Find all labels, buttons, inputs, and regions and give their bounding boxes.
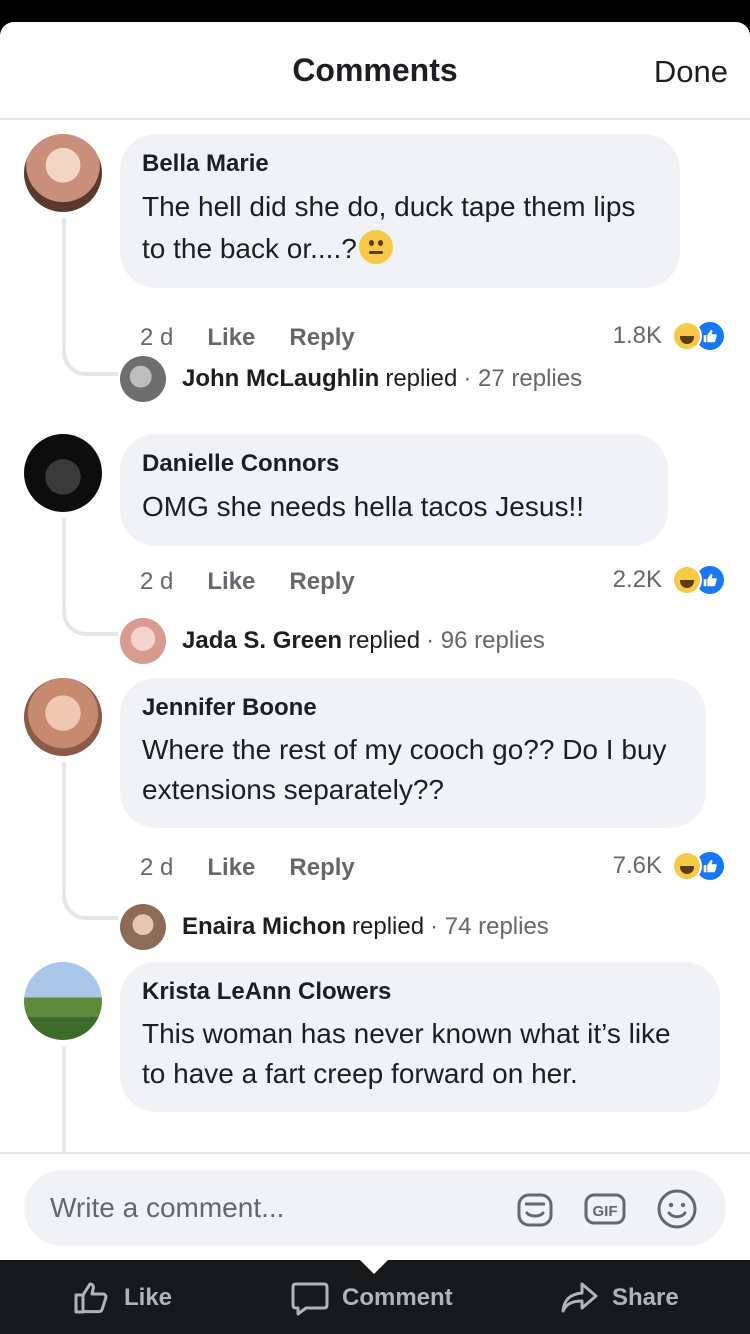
speech-bubble-icon xyxy=(291,1282,329,1316)
reply-action: replied xyxy=(385,365,458,392)
reply-preview[interactable]: Enaira Michon replied · 74 replies xyxy=(120,904,549,950)
reply-action: replied xyxy=(352,913,425,940)
reply-preview[interactable]: Jada S. Green replied · 96 replies xyxy=(120,618,545,664)
comment-thread: Danielle Connors OMG she needs hella tac… xyxy=(0,434,750,664)
comment-action-label: Comment xyxy=(342,1284,453,1311)
comment-bubble: Krista LeAnn Clowers This woman has neve… xyxy=(120,962,720,1112)
comment-text: The hell did she do, duck tape them lips… xyxy=(142,186,658,270)
slightly-frowning-face-emoji-icon xyxy=(358,230,393,264)
reply-link[interactable]: Reply xyxy=(289,568,354,596)
reply-count: · 27 replies xyxy=(463,365,583,392)
tab-indicator xyxy=(360,1260,388,1274)
thread-connector xyxy=(62,518,66,608)
comment-author[interactable]: Danielle Connors xyxy=(142,450,646,478)
reaction-count: 2.2K xyxy=(612,566,662,593)
reply-author: John McLaughlin xyxy=(182,365,380,392)
avatar xyxy=(120,904,166,950)
comment-meta: 2 d Like Reply xyxy=(140,324,355,352)
svg-text:GIF: GIF xyxy=(593,1203,618,1220)
comment-author[interactable]: Jennifer Boone xyxy=(142,694,684,722)
comment-action-button[interactable]: Comment xyxy=(290,1280,453,1316)
thread-connector-curve xyxy=(62,348,118,376)
reply-author: Jada S. Green xyxy=(182,627,343,654)
reply-count: · 74 replies xyxy=(430,913,549,940)
status-bar-strip xyxy=(0,0,750,22)
avatar[interactable] xyxy=(24,434,102,512)
comment-time: 2 d xyxy=(140,854,174,881)
page-title: Comments xyxy=(292,52,458,88)
reaction-summary[interactable]: 2.2K xyxy=(613,564,726,596)
share-action-button[interactable]: Share xyxy=(560,1280,679,1316)
comment-text: This woman has never known what it’s lik… xyxy=(142,1018,671,1089)
comment-author[interactable]: Krista LeAnn Clowers xyxy=(142,978,698,1006)
gif-icon[interactable]: GIF xyxy=(582,1186,628,1232)
avatar[interactable] xyxy=(24,962,102,1040)
avatar xyxy=(120,618,166,664)
thread-connector-curve xyxy=(62,892,118,920)
thread-connector-curve xyxy=(62,608,118,636)
reaction-count: 7.6K xyxy=(612,852,662,879)
comment-text: OMG she needs hella tacos Jesus!! xyxy=(142,491,584,522)
reply-count: · 96 replies xyxy=(426,627,545,654)
comment-thread: Krista LeAnn Clowers This woman has neve… xyxy=(0,962,750,1162)
thread-connector xyxy=(62,218,66,348)
comment-input[interactable] xyxy=(50,1188,490,1228)
comment-time: 2 d xyxy=(140,324,174,351)
reply-action: replied xyxy=(348,627,421,654)
comment-input-wrapper: GIF xyxy=(24,1170,726,1246)
emoji-icon[interactable] xyxy=(654,1186,700,1232)
like-action-label: Like xyxy=(124,1284,173,1311)
reaction-count: 1.8K xyxy=(612,322,662,349)
comment-bubble: Jennifer Boone Where the rest of my cooc… xyxy=(120,678,706,828)
comment-meta: 2 d Like Reply xyxy=(140,568,355,596)
like-link[interactable]: Like xyxy=(207,854,255,882)
share-arrow-icon xyxy=(561,1282,598,1313)
comment-thread: Jennifer Boone Where the rest of my cooc… xyxy=(0,678,750,950)
comment-meta: 2 d Like Reply xyxy=(140,854,355,882)
reply-preview[interactable]: John McLaughlin replied · 27 replies xyxy=(120,356,582,402)
haha-reaction-icon xyxy=(672,565,702,595)
like-action-button[interactable]: Like xyxy=(72,1280,172,1316)
reply-link[interactable]: Reply xyxy=(289,854,354,882)
comment-author[interactable]: Bella Marie xyxy=(142,150,658,178)
comment-thread: Bella Marie The hell did she do, duck ta… xyxy=(0,134,750,404)
avatar[interactable] xyxy=(24,678,102,756)
comment-bubble: Danielle Connors OMG she needs hella tac… xyxy=(120,434,668,546)
reply-author: Enaira Michon xyxy=(182,913,347,940)
comment-text: Where the rest of my cooch go?? Do I buy… xyxy=(142,734,667,805)
thread-connector xyxy=(62,1046,66,1162)
avatar xyxy=(120,356,166,402)
haha-reaction-icon xyxy=(672,851,702,881)
done-button[interactable]: Done xyxy=(654,54,728,90)
share-action-label: Share xyxy=(612,1284,679,1311)
like-link[interactable]: Like xyxy=(207,568,255,596)
action-bar: Like Comment Share xyxy=(0,1260,750,1334)
thumbs-up-icon xyxy=(74,1282,108,1314)
haha-reaction-icon xyxy=(672,321,702,351)
sticker-icon[interactable] xyxy=(512,1186,558,1232)
reaction-summary[interactable]: 7.6K xyxy=(613,850,726,882)
thread-connector xyxy=(62,762,66,892)
comment-composer: GIF xyxy=(0,1152,750,1260)
comments-header: Comments Done xyxy=(0,22,750,120)
reply-link[interactable]: Reply xyxy=(289,324,354,352)
comment-bubble: Bella Marie The hell did she do, duck ta… xyxy=(120,134,680,288)
like-link[interactable]: Like xyxy=(207,324,255,352)
comment-time: 2 d xyxy=(140,568,174,595)
reaction-summary[interactable]: 1.8K xyxy=(613,320,726,352)
comments-sheet: Comments Done Bella Marie The hell did s… xyxy=(0,22,750,1260)
comment-list[interactable]: Bella Marie The hell did she do, duck ta… xyxy=(0,122,750,1162)
avatar[interactable] xyxy=(24,134,102,212)
